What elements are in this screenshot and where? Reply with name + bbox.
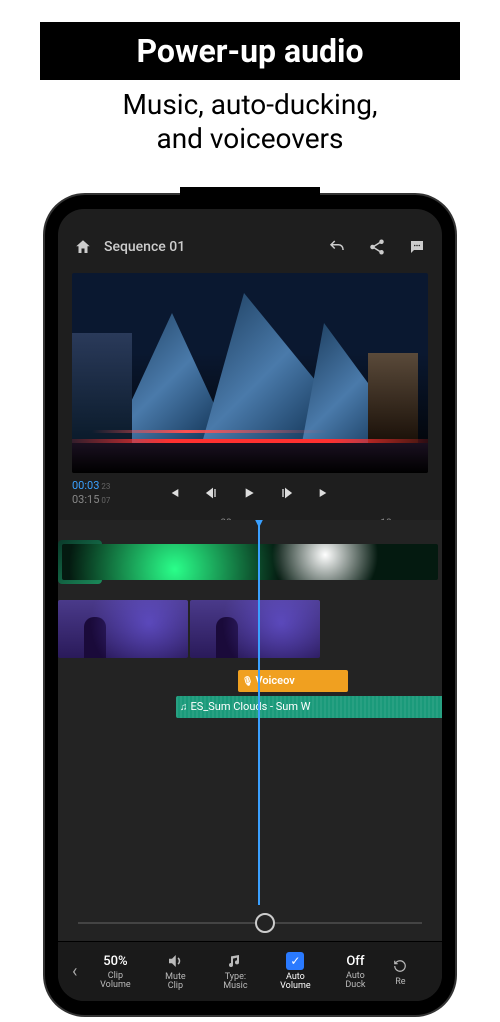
music-note-icon	[227, 952, 243, 970]
undo-icon[interactable]	[326, 236, 348, 258]
sequence-title[interactable]: Sequence 01	[104, 239, 326, 255]
type-music-tool[interactable]: Type:Music	[205, 952, 265, 991]
skip-start-icon[interactable]	[165, 485, 181, 501]
frame-forward-icon[interactable]	[279, 485, 295, 501]
overlay-clip[interactable]	[58, 540, 102, 584]
music-track[interactable]: ES_Sum Clouds - Sum W	[58, 696, 442, 718]
share-icon[interactable]	[366, 236, 388, 258]
promo-subtitle: Music, auto-ducking, and voiceovers	[0, 88, 500, 155]
toolbar-back-icon[interactable]: ‹	[64, 961, 85, 982]
voiceover-track[interactable]: Voiceov	[58, 670, 442, 692]
video-clip[interactable]	[190, 600, 320, 658]
top-bar: Sequence 01	[58, 223, 442, 271]
comment-icon[interactable]	[406, 236, 428, 258]
auto-volume-tool[interactable]: ✓ AutoVolume	[265, 952, 325, 991]
audio-toolbar: ‹ 50% ClipVolume MuteClip Type:Music ✓ A…	[58, 941, 442, 1001]
volume-icon	[166, 952, 184, 970]
promo-title: Power-up audio	[40, 22, 460, 80]
zoom-slider[interactable]	[58, 905, 442, 941]
video-preview[interactable]	[72, 273, 428, 473]
app-screen: Sequence 01	[58, 209, 442, 1001]
timeline[interactable]: Voiceov ES_Sum Clouds - Sum W	[58, 520, 442, 905]
phone-frame: Sequence 01	[45, 195, 455, 1015]
video-track[interactable]	[58, 600, 442, 658]
voiceover-clip[interactable]: Voiceov	[238, 670, 348, 692]
check-icon: ✓	[286, 952, 304, 970]
reset-icon	[393, 957, 407, 975]
timecode-display: 00:0323 03:1507	[72, 479, 110, 508]
clip-volume-tool[interactable]: 50% ClipVolume	[85, 954, 145, 990]
home-icon[interactable]	[72, 236, 94, 258]
playhead[interactable]	[258, 520, 260, 905]
zoom-handle[interactable]	[255, 913, 275, 933]
reset-tool[interactable]: Re	[385, 957, 415, 987]
overlay-track[interactable]	[58, 540, 442, 584]
mic-icon	[242, 674, 255, 687]
mute-clip-tool[interactable]: MuteClip	[145, 952, 205, 991]
play-icon[interactable]	[241, 485, 257, 501]
music-clip[interactable]: ES_Sum Clouds - Sum W	[176, 696, 442, 718]
video-clip[interactable]	[58, 600, 188, 658]
playback-bar: 00:0323 03:1507	[58, 473, 442, 514]
auto-duck-tool[interactable]: Off AutoDuck	[325, 954, 385, 990]
frame-back-icon[interactable]	[203, 485, 219, 501]
skip-end-icon[interactable]	[317, 485, 333, 501]
music-note-icon	[180, 700, 191, 713]
